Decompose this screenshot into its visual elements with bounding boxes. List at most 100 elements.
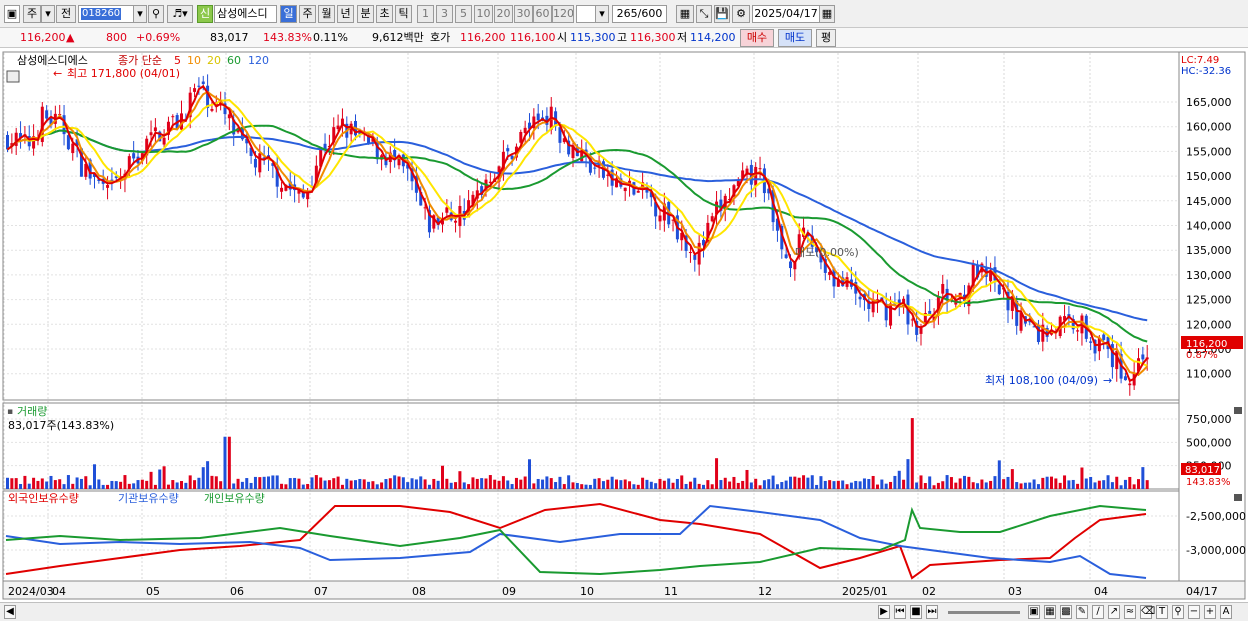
interval-30[interactable]: 30 bbox=[514, 5, 533, 23]
volume-bar bbox=[293, 477, 297, 489]
stock-chart[interactable]: 삼성에스디에스 종가 단순 5 10 20 60 120 ← 최고 171,80… bbox=[0, 50, 1248, 606]
tab-month[interactable]: 월 bbox=[318, 5, 335, 23]
volume-panel-close-icon[interactable] bbox=[1234, 407, 1242, 414]
market-dropdown-icon[interactable]: ▾ bbox=[41, 5, 55, 23]
candle-body bbox=[210, 108, 214, 111]
text-tool-icon[interactable]: T bbox=[1156, 605, 1168, 619]
volume-bar bbox=[680, 475, 684, 489]
sell-button[interactable]: 매도 bbox=[778, 29, 812, 47]
first-page-icon[interactable]: ⏮ bbox=[894, 605, 906, 619]
font-size-icon[interactable]: A bbox=[1220, 605, 1232, 619]
turnover-rate: 0.11% bbox=[313, 31, 348, 44]
stop-icon[interactable]: ■ bbox=[910, 605, 922, 619]
volume-bar bbox=[693, 477, 697, 489]
tab-year[interactable]: 년 bbox=[337, 5, 354, 23]
search-icon[interactable]: ⚲ bbox=[148, 5, 164, 23]
price-axis-label: 120,000 bbox=[1186, 318, 1232, 331]
x-axis-bar bbox=[2, 580, 1246, 600]
scroll-right-icon[interactable]: ▶ bbox=[878, 605, 890, 619]
volume-bar bbox=[615, 479, 618, 489]
interval-120[interactable]: 120 bbox=[552, 5, 574, 23]
volume-bar bbox=[367, 481, 371, 489]
interval-custom-input[interactable] bbox=[576, 5, 596, 23]
fibonacci-icon[interactable]: ≈ bbox=[1124, 605, 1136, 619]
count-display[interactable]: 265/600 bbox=[612, 5, 667, 23]
tab-tick[interactable]: 틱 bbox=[395, 5, 412, 23]
save-icon[interactable]: 💾 bbox=[714, 5, 730, 23]
sell-signal-annotation: 매도(0.00%) bbox=[795, 246, 859, 259]
volume-bar bbox=[40, 478, 44, 489]
volume-bar bbox=[419, 476, 423, 489]
stock-code-input[interactable]: 018260 bbox=[78, 5, 134, 23]
volume-bar bbox=[923, 483, 927, 489]
trend-tool-icon[interactable]: ↗ bbox=[1108, 605, 1120, 619]
interval-1[interactable]: 1 bbox=[417, 5, 434, 23]
eval-button[interactable]: 평 bbox=[816, 29, 836, 47]
calendar-icon[interactable]: ▦ bbox=[819, 5, 835, 23]
volume-bar bbox=[580, 484, 584, 489]
chart-grid-icon[interactable]: ▦ bbox=[676, 5, 694, 23]
prev-button[interactable]: 전 bbox=[56, 5, 76, 23]
draw-line-icon[interactable]: ∕ bbox=[1092, 605, 1104, 619]
holdings-panel-close-icon[interactable] bbox=[1234, 494, 1242, 501]
zoom-in-icon[interactable]: + bbox=[1204, 605, 1216, 619]
next-page-icon[interactable]: ⏭ bbox=[926, 605, 938, 619]
candle-body bbox=[636, 190, 640, 193]
volume-bar bbox=[153, 484, 157, 489]
volume-bar bbox=[362, 479, 366, 489]
interval-60[interactable]: 60 bbox=[533, 5, 552, 23]
indicator-icon[interactable]: ▩ bbox=[1060, 605, 1072, 619]
eraser-icon[interactable]: ⌫ bbox=[1140, 605, 1155, 619]
volume-bar bbox=[314, 475, 318, 489]
speaker-icon[interactable]: ♬▾ bbox=[167, 5, 193, 23]
gear-icon[interactable]: ⚙ bbox=[732, 5, 750, 23]
volume-bar bbox=[541, 479, 545, 489]
buy-button[interactable]: 매수 bbox=[740, 29, 774, 47]
compare-icon[interactable]: ▦ bbox=[1044, 605, 1056, 619]
volume-bar bbox=[684, 483, 688, 489]
window-icon[interactable]: ▣ bbox=[4, 5, 20, 23]
volume-bar bbox=[519, 479, 523, 489]
interval-3[interactable]: 3 bbox=[436, 5, 453, 23]
draw-tool-icon[interactable]: ⤡ bbox=[696, 5, 712, 23]
holdings-axis-label: -3,000,000 bbox=[1186, 544, 1246, 557]
date-field[interactable]: 2025/04/17 bbox=[752, 5, 820, 23]
volume-bar bbox=[797, 477, 801, 489]
volume-bar bbox=[249, 482, 253, 489]
price-axis-label: 145,000 bbox=[1186, 195, 1232, 208]
volume-bar bbox=[358, 478, 362, 489]
volume-bar bbox=[836, 480, 840, 489]
volume-bar bbox=[253, 476, 257, 489]
volume-bar bbox=[180, 481, 183, 489]
tab-second[interactable]: 초 bbox=[376, 5, 393, 23]
stock-name-field[interactable]: 삼성에스디 bbox=[214, 5, 277, 23]
interval-20[interactable]: 20 bbox=[494, 5, 513, 23]
volume-bar bbox=[1137, 479, 1140, 489]
tab-day[interactable]: 일 bbox=[280, 5, 297, 23]
volume-bar bbox=[601, 481, 605, 489]
zoom-out-icon[interactable]: − bbox=[1188, 605, 1200, 619]
zoom-search-icon[interactable]: ⚲ bbox=[1172, 605, 1184, 619]
interval-10[interactable]: 10 bbox=[474, 5, 493, 23]
volume-bar bbox=[967, 476, 971, 489]
code-dropdown-icon[interactable]: ▾ bbox=[133, 5, 147, 23]
tab-minute[interactable]: 분 bbox=[357, 5, 374, 23]
line-tool-icon[interactable]: ✎ bbox=[1076, 605, 1088, 619]
market-select[interactable]: 주 bbox=[23, 5, 41, 23]
volume-bar bbox=[227, 436, 231, 489]
scroll-left-icon[interactable]: ◀ bbox=[4, 605, 16, 619]
volume-bar bbox=[288, 478, 292, 489]
panel-toggle-icon[interactable] bbox=[6, 70, 20, 83]
volume-bar bbox=[497, 480, 501, 489]
candle-body bbox=[171, 116, 175, 118]
volume-bar bbox=[349, 480, 353, 489]
zoom-slider[interactable] bbox=[948, 611, 1020, 614]
volume-bar bbox=[806, 477, 810, 489]
interval-dropdown-icon[interactable]: ▾ bbox=[595, 5, 609, 23]
interval-5[interactable]: 5 bbox=[455, 5, 472, 23]
volume-bar bbox=[784, 480, 788, 489]
tab-week[interactable]: 주 bbox=[299, 5, 316, 23]
volume-bar bbox=[484, 478, 488, 489]
layout-icon[interactable]: ▣ bbox=[1028, 605, 1040, 619]
volume-bar bbox=[593, 478, 597, 489]
